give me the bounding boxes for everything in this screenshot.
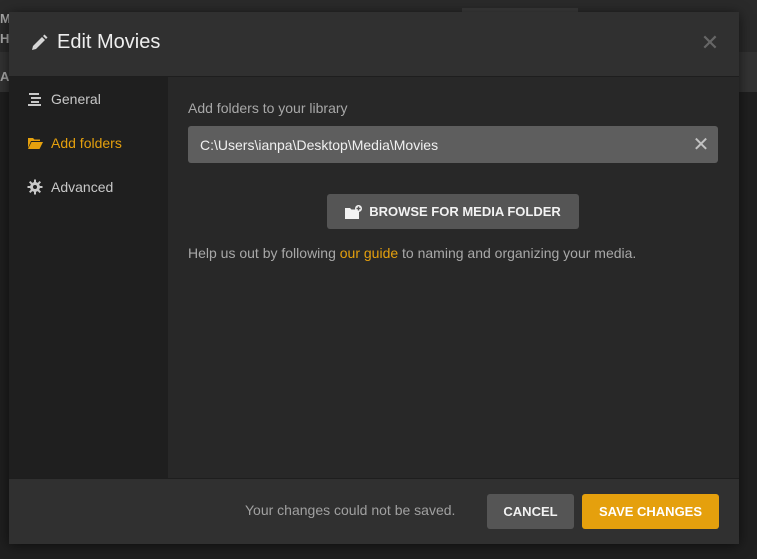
folder-add-icon bbox=[345, 204, 363, 219]
help-text: Help us out by following our guide to na… bbox=[188, 245, 636, 261]
background-letter: A bbox=[0, 69, 10, 84]
sidebar-item-advanced[interactable]: Advanced bbox=[27, 175, 113, 199]
cancel-button[interactable]: CANCEL bbox=[487, 494, 574, 529]
background-letter: H bbox=[0, 31, 10, 46]
save-error-message: Your changes could not be saved. bbox=[245, 502, 456, 518]
dialog-title: Edit Movies bbox=[57, 31, 161, 53]
sidebar-item-general[interactable]: General bbox=[27, 87, 101, 111]
sidebar-item-label: General bbox=[51, 91, 101, 107]
help-text-before: Help us out by following bbox=[188, 245, 340, 261]
remove-folder-icon[interactable]: ✕ bbox=[690, 134, 712, 156]
dialog-footer: Your changes could not be saved. CANCEL … bbox=[9, 478, 739, 544]
gear-icon bbox=[27, 179, 43, 195]
dialog-content: Add folders to your library ✕ BROWSE FOR… bbox=[168, 77, 739, 478]
dialog-header: Edit Movies ✕ bbox=[9, 12, 739, 77]
dialog-sidebar: General Add folders Advanced bbox=[9, 77, 168, 478]
list-icon bbox=[28, 93, 41, 106]
folder-open-icon bbox=[28, 138, 43, 149]
folders-field-label: Add folders to your library bbox=[188, 100, 348, 116]
browse-button-label: BROWSE FOR MEDIA FOLDER bbox=[369, 204, 561, 219]
pencil-icon bbox=[32, 34, 48, 50]
guide-link[interactable]: our guide bbox=[340, 245, 398, 261]
browse-media-folder-button[interactable]: BROWSE FOR MEDIA FOLDER bbox=[327, 194, 579, 229]
sidebar-item-label: Advanced bbox=[51, 179, 114, 195]
help-text-after: to naming and organizing your media. bbox=[398, 245, 637, 261]
close-icon[interactable]: ✕ bbox=[699, 32, 721, 54]
save-changes-button[interactable]: SAVE CHANGES bbox=[582, 494, 719, 529]
edit-library-dialog: Edit Movies ✕ General Add folders Advanc… bbox=[9, 12, 739, 544]
sidebar-item-label: Add folders bbox=[51, 135, 122, 151]
sidebar-item-add-folders[interactable]: Add folders bbox=[27, 131, 122, 155]
folder-path-input[interactable] bbox=[188, 126, 718, 163]
